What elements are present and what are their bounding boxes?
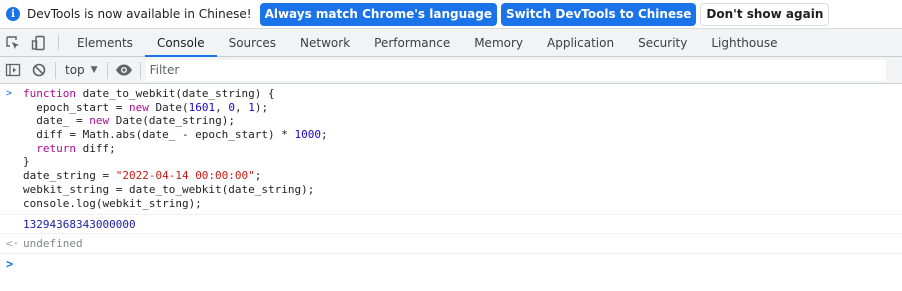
switch-to-chinese-button[interactable]: Switch DevTools to Chinese — [500, 2, 697, 26]
context-selector[interactable]: top ▼ — [59, 63, 104, 77]
console-log-output: 13294368343000000 — [0, 215, 902, 235]
device-toolbar-icon[interactable] — [26, 29, 52, 56]
filter-box — [144, 57, 902, 84]
infobar-message: DevTools is now available in Chinese! — [27, 7, 252, 21]
toolbar-divider — [55, 61, 56, 79]
toolbar-divider — [106, 61, 108, 79]
console-prompt[interactable]: > — [0, 254, 902, 274]
info-icon: i — [6, 7, 20, 21]
show-sidebar-icon[interactable] — [0, 57, 26, 84]
return-arrow-icon: <· — [6, 237, 20, 251]
tab-memory[interactable]: Memory — [462, 29, 535, 56]
tab-performance[interactable]: Performance — [362, 29, 462, 56]
tab-console[interactable]: Console — [144, 29, 217, 57]
tab-elements[interactable]: Elements — [65, 29, 145, 56]
console-messages: > function date_to_webkit(date_string) {… — [0, 85, 902, 291]
code-line: console.log(webkit_string); — [23, 196, 202, 210]
chevron-right-icon: > — [6, 88, 13, 99]
chevron-down-icon: ▼ — [90, 65, 98, 75]
devtools-tabbar: Elements Console Sources Network Perform… — [0, 29, 902, 57]
toolbar-divider — [139, 61, 141, 79]
toolbar-divider — [58, 35, 59, 50]
live-expression-eye-icon[interactable] — [111, 57, 137, 84]
chevron-right-icon: > — [6, 257, 14, 272]
clear-console-icon[interactable] — [26, 57, 52, 84]
code-line: epoch_start = new Date(1601, 0, 1); — [23, 100, 269, 114]
console-input-entry: > function date_to_webkit(date_string) {… — [0, 85, 902, 216]
code-line: date_string = "2022-04-14 00:00:00"; — [23, 169, 262, 183]
console-toolbar: top ▼ — [0, 57, 902, 84]
always-match-language-button[interactable]: Always match Chrome's language — [259, 2, 497, 26]
dont-show-again-button[interactable]: Don't show again — [700, 2, 830, 26]
language-infobar: i DevTools is now available in Chinese! … — [0, 0, 902, 29]
tab-network[interactable]: Network — [288, 29, 362, 56]
tab-application[interactable]: Application — [535, 29, 626, 56]
log-output-value: 13294368343000000 — [23, 217, 136, 231]
inspect-element-icon[interactable] — [0, 29, 26, 56]
code-line: } — [23, 155, 30, 169]
code-line: date_ = new Date(date_string); — [23, 114, 235, 128]
tab-lighthouse[interactable]: Lighthouse — [699, 29, 789, 56]
tab-security[interactable]: Security — [626, 29, 699, 56]
code-line: webkit_string = date_to_webkit(date_stri… — [23, 182, 315, 196]
code-line: return diff; — [36, 141, 116, 155]
filter-input[interactable] — [145, 59, 886, 81]
return-value: undefined — [23, 237, 83, 251]
context-selector-value: top — [65, 63, 85, 77]
console-return-entry: <· undefined — [0, 234, 902, 255]
tab-sources[interactable]: Sources — [217, 29, 288, 56]
code-line: function date_to_webkit(date_string) { — [23, 87, 275, 100]
code-line: diff = Math.abs(date_ - epoch_start) * 1… — [23, 128, 328, 142]
